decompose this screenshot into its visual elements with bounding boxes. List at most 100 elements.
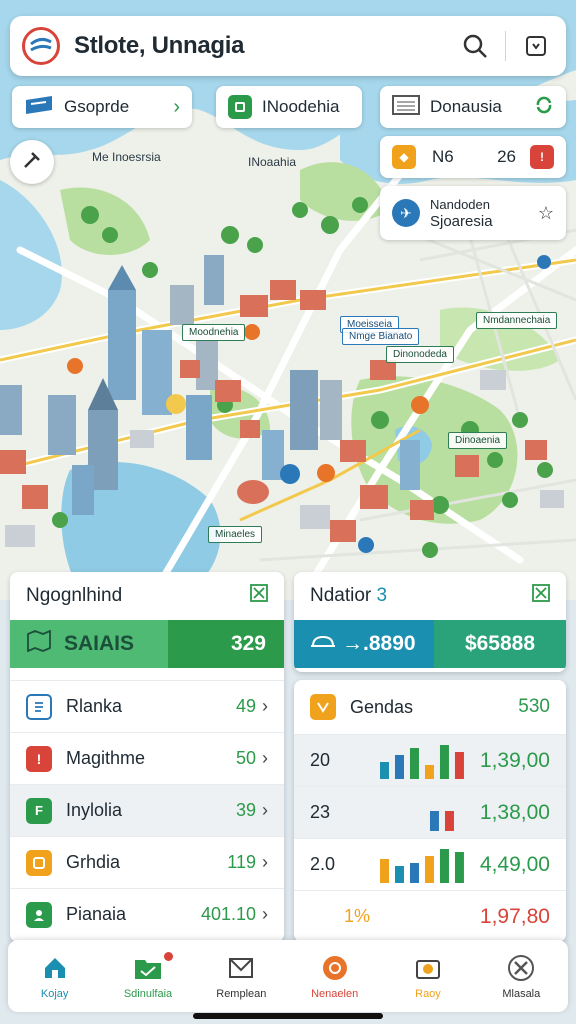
summary-value: 530 [518, 696, 550, 717]
right-panel-count: 3 [376, 585, 388, 606]
chevron-right-icon: › [262, 852, 268, 872]
right-bottom-panel: Gendas 530 20 1,39,00 23 1,38,00 2.0 4,49,00 1… [294, 680, 566, 942]
chip-gsoprde[interactable]: Gsoprde › [12, 86, 192, 128]
list-item[interactable]: Pianaia 401.10 › [10, 888, 284, 940]
nav-item-home[interactable]: Kojay [8, 940, 101, 1012]
ticket-icon [24, 94, 54, 121]
notification-dot [163, 952, 173, 961]
right-banner-label: →.8890 [342, 632, 416, 655]
nav-item-tools[interactable]: Mlasala [475, 940, 568, 1012]
list-item-label: Pianaia [66, 904, 127, 924]
stats-row-label: 2.0 [310, 854, 336, 874]
stats-row[interactable]: 1% 1,97,80 [294, 890, 566, 942]
stats-row-label: 20 [310, 750, 331, 770]
search-title[interactable]: Stlote, Unnagia [74, 32, 457, 60]
left-banner[interactable]: SAIAIS 329 [10, 620, 284, 668]
calendar-icon [392, 94, 420, 121]
stats-row[interactable]: 23 1,38,00 [294, 786, 566, 838]
circle-icon [319, 952, 351, 984]
right-panel-title: Ndatior [310, 585, 372, 606]
map-place-tag[interactable]: Minaeles [208, 526, 263, 543]
trend-icon [310, 694, 336, 720]
nav-item-circle[interactable]: Nenaelen [288, 940, 381, 1012]
nav-item-label: Mlasala [502, 988, 541, 1000]
bookmark-icon[interactable] [518, 28, 554, 64]
refresh-icon[interactable] [534, 95, 554, 120]
list-item[interactable]: ! Magithme 50 › [10, 732, 284, 784]
app-logo [22, 27, 60, 65]
list-item-value: 401.10 [200, 904, 256, 924]
inbox-icon [225, 952, 257, 984]
stats-row[interactable]: 20 1,39,00 [294, 734, 566, 786]
box-icon: F [26, 797, 52, 824]
locate-button[interactable] [10, 140, 54, 184]
nav-item-inbox[interactable]: Remplean [195, 940, 288, 1012]
nav-item-label: Sdinulfaia [123, 988, 173, 1000]
nav-item-label: Raoy [415, 988, 441, 1000]
compass-icon: ✈ [392, 199, 420, 227]
right-banner[interactable]: →.8890 $65888 [294, 620, 566, 668]
chevron-right-icon: › [173, 95, 180, 118]
nav-item-folder[interactable]: Sdinulfaia [101, 940, 194, 1012]
stat-card[interactable]: ◆ N6 26 ! [380, 136, 566, 178]
stats-row-value: 1,39,00 [479, 748, 550, 772]
chevron-right-icon: › [262, 904, 268, 924]
left-panel-header: Ngognlhind [10, 572, 284, 620]
search-icon[interactable] [457, 28, 493, 64]
left-panel-title: Ngognlhind [26, 585, 123, 606]
nav-item-label: Kojay [40, 988, 69, 1000]
nav-item-camera[interactable]: Raoy [381, 940, 474, 1012]
chip-inoodehia[interactable]: INoodehia [216, 86, 362, 128]
home-indicator [193, 1013, 383, 1019]
chevron-right-icon: › [262, 696, 268, 716]
nav-item-label: Nenaelen [311, 988, 359, 1000]
cloud-icon [310, 632, 336, 656]
folder-icon [132, 952, 164, 984]
alert-icon: ! [530, 145, 554, 169]
summary-row[interactable]: Gendas 530 [294, 680, 566, 734]
divider [505, 31, 506, 61]
list-item[interactable]: F Inylolia 39 › [10, 784, 284, 836]
stat-label: N6 [432, 147, 454, 166]
chevron-right-icon: › [262, 800, 268, 820]
list-item-label: Rlanka [66, 696, 123, 716]
map-area-label: Me Inoesrsia [92, 150, 161, 164]
map-place-tag[interactable]: Nmge Bianato [342, 328, 420, 345]
stat-value: 26 [497, 147, 516, 166]
map-place-tag[interactable]: Nmdannechaia [476, 312, 558, 329]
list-item-value: 49 [235, 696, 256, 716]
coin-icon [26, 849, 52, 876]
info-card[interactable]: ✈ Nandoden Sjoaresia ☆ [380, 186, 566, 240]
close-icon[interactable] [532, 584, 550, 608]
map-icon [26, 629, 52, 658]
map-place-tag[interactable]: Moodnehia [182, 324, 246, 341]
info-line-1: Nandoden [430, 197, 490, 212]
star-icon[interactable]: ☆ [538, 203, 554, 224]
left-banner-value: 329 [168, 620, 284, 668]
map-place-tag[interactable]: Dinonodeda [386, 346, 454, 363]
camera-icon [412, 952, 444, 984]
list-item[interactable]: Grhdia 119 › [10, 836, 284, 888]
chip-label: INoodehia [262, 97, 340, 116]
close-icon[interactable] [250, 584, 268, 608]
left-panel: Ngognlhind SAIAIS 329 Rlanka 49 › ! Magithme… [10, 572, 284, 942]
bar-chart-icon [379, 744, 464, 779]
stats-row[interactable]: 2.0 4,49,00 [294, 838, 566, 890]
stats-row-value: 4,49,00 [479, 852, 550, 876]
chip-label: Donausia [430, 97, 502, 116]
home-icon [39, 952, 71, 984]
right-banner-value: $65888 [434, 620, 566, 668]
stats-row-value: 1,38,00 [479, 800, 550, 824]
chip-donausia[interactable]: Donausia [380, 86, 566, 128]
summary-label: Gendas [350, 696, 414, 717]
bar-chart-icon [379, 848, 464, 883]
search-bar[interactable]: Stlote, Unnagia [10, 16, 566, 76]
chip-label: Gsoprde [64, 97, 130, 116]
alert-icon: ! [26, 745, 52, 772]
tools-icon [505, 952, 537, 984]
stats-row-label: 23 [310, 802, 331, 822]
map-place-tag[interactable]: Dinoaenia [448, 432, 508, 449]
right-panel-header: Ndatior 3 [294, 572, 566, 620]
map-area-label: INoaahia [248, 155, 297, 169]
list-item[interactable]: Rlanka 49 › [10, 680, 284, 732]
